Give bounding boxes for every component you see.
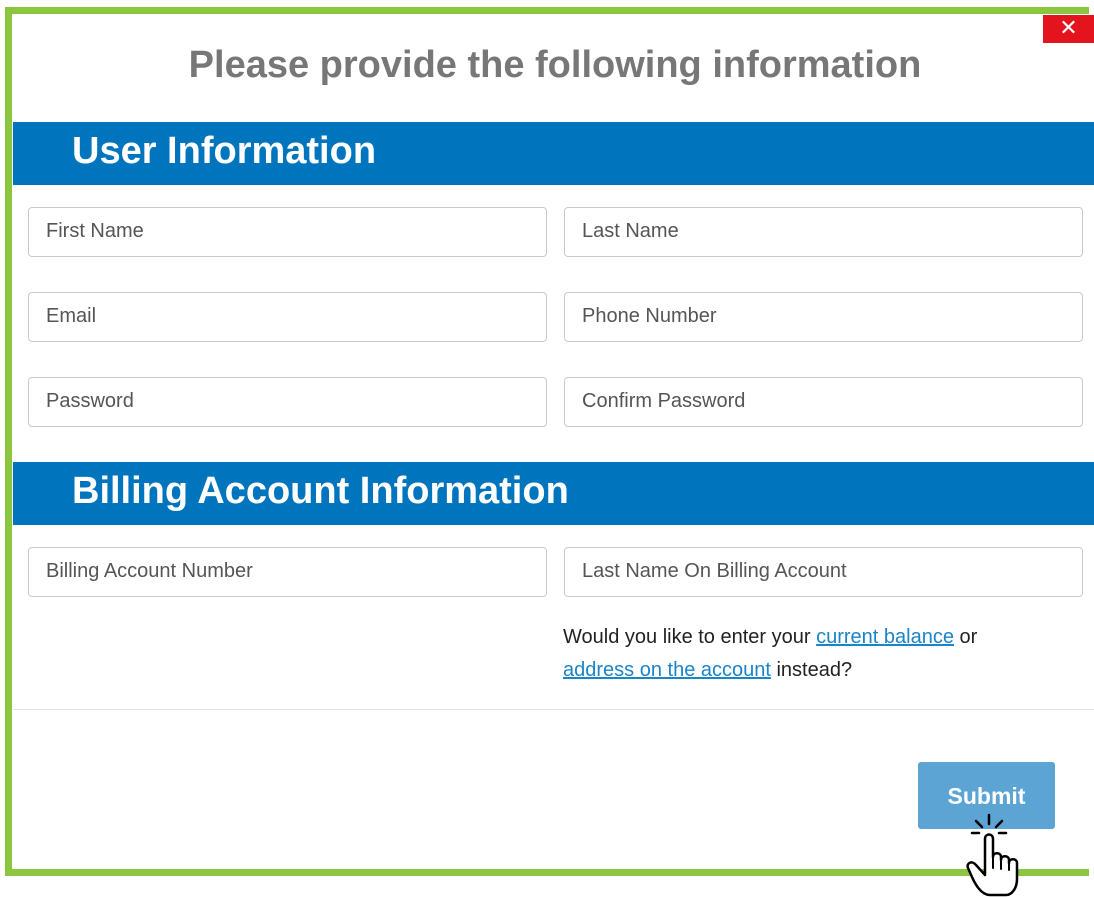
billing-last-name-placeholder: Last Name On Billing Account	[582, 560, 847, 582]
first-name-placeholder: First Name	[46, 220, 144, 242]
current-balance-link[interactable]: current balance	[816, 626, 954, 648]
last-name-input[interactable]: Last Name	[564, 207, 1083, 257]
user-info-header: User Information	[13, 122, 1094, 185]
password-placeholder: Password	[46, 390, 134, 412]
email-placeholder: Email	[46, 305, 97, 327]
alternative-options-note: Would you like to enter your current bal…	[563, 621, 1063, 687]
confirm-password-input[interactable]: Confirm Password	[564, 377, 1083, 427]
email-input[interactable]: Email	[28, 292, 547, 342]
billing-account-number-placeholder: Billing Account Number	[46, 560, 253, 582]
hand-pointer-icon	[966, 813, 1019, 897]
close-button[interactable]: ✕	[1043, 15, 1094, 43]
close-icon: ✕	[1059, 16, 1078, 41]
first-name-input[interactable]: First Name	[28, 207, 547, 257]
dialog-title: Please provide the following information	[188, 44, 922, 86]
confirm-password-placeholder: Confirm Password	[582, 390, 746, 412]
billing-info-heading: Billing Account Information	[72, 470, 569, 512]
footer-divider	[13, 709, 1094, 710]
password-input[interactable]: Password	[28, 377, 547, 427]
phone-number-input[interactable]: Phone Number	[564, 292, 1083, 342]
billing-last-name-input[interactable]: Last Name On Billing Account	[564, 547, 1083, 597]
billing-account-number-input[interactable]: Billing Account Number	[28, 547, 547, 597]
note-prefix: Would you like to enter your	[563, 626, 817, 648]
phone-number-placeholder: Phone Number	[582, 305, 717, 327]
note-suffix: instead?	[770, 659, 853, 681]
user-info-heading: User Information	[72, 130, 377, 172]
last-name-placeholder: Last Name	[582, 220, 679, 242]
billing-info-header: Billing Account Information	[13, 462, 1094, 525]
note-middle: or	[953, 626, 978, 648]
account-address-link[interactable]: address on the account	[563, 659, 771, 681]
